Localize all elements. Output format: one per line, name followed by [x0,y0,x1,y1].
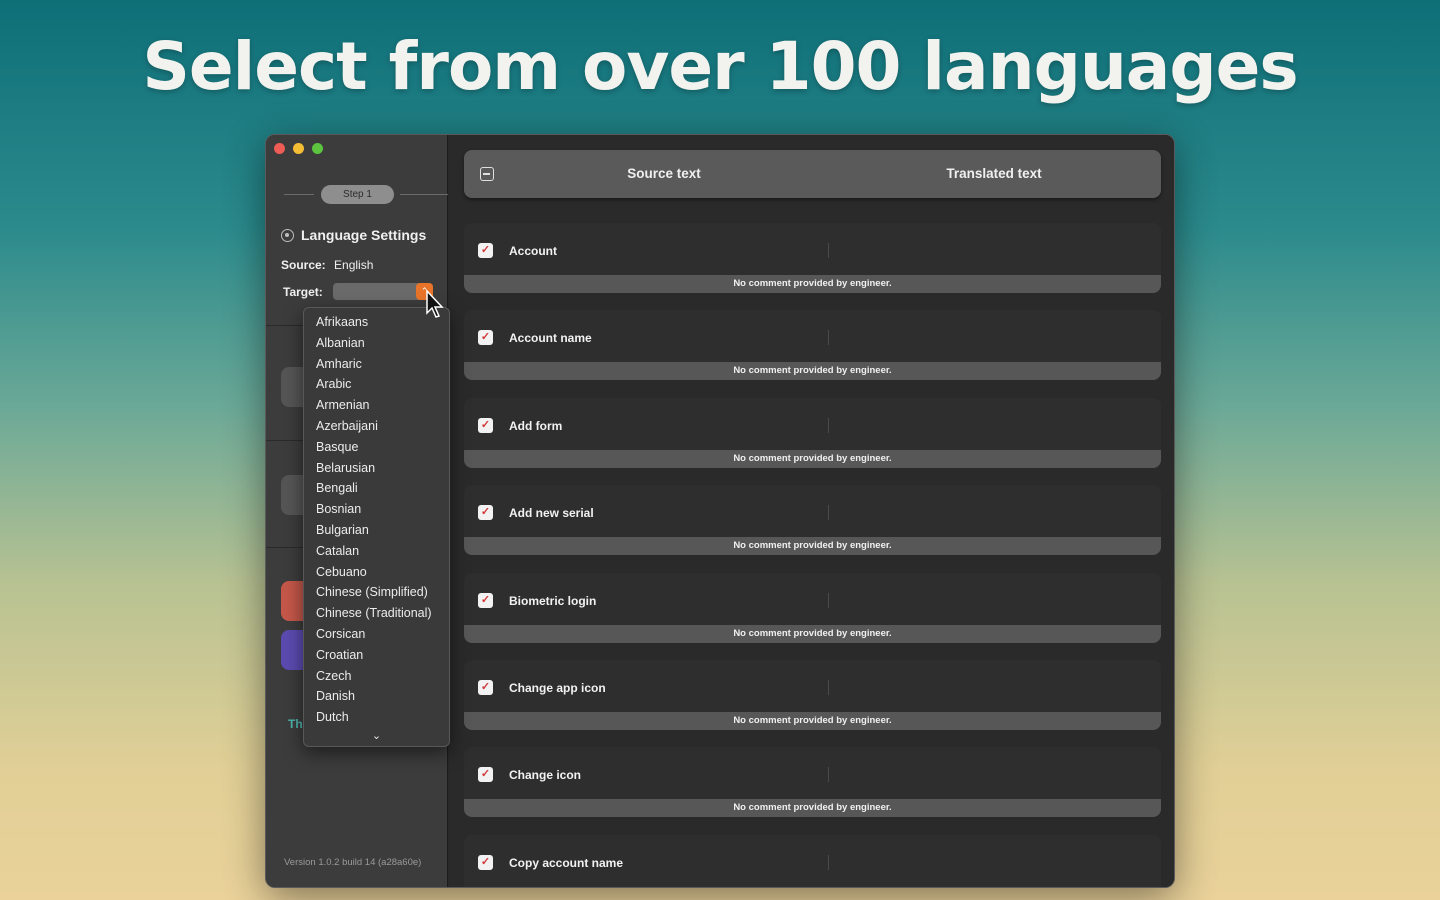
engineer-comment: No comment provided by engineer. [464,799,1161,818]
string-row: ✓ Add form No comment provided by engineer… [464,390,1161,477]
source-string: Change icon [509,768,582,783]
source-string: Biometric login [509,593,597,608]
engineer-comment: No comment provided by engineer. [464,624,1161,643]
string-row: ✓ Change app icon No comment provided by e… [464,652,1161,739]
column-divider [828,854,829,870]
headline: Select from over 100 languages [142,28,1298,105]
target-label-wrap: Target: [283,285,323,299]
engineer-comment: No comment provided by engineer. [464,362,1161,381]
column-divider [828,767,829,783]
checkbox[interactable]: ✓ [478,243,493,258]
source-string: Account [509,244,557,258]
language-option[interactable]: Bulgarian [304,520,449,541]
checkbox[interactable]: ✓ [478,330,493,346]
language-option[interactable]: Amharic [304,354,449,375]
checkbox[interactable]: ✓ [478,505,493,521]
target-label: Target: [283,285,323,299]
checkbox[interactable]: ✓ [478,767,493,783]
language-option[interactable]: Azerbaijani [304,416,449,437]
close-button[interactable] [274,143,285,154]
source-row: Source: English [281,258,373,272]
main-panel: Source text Translated text ✓ Account No c… [449,135,1174,887]
language-option[interactable]: Cebuano [304,562,449,583]
chevron-down-icon[interactable]: ⌄ [304,729,449,742]
language-option[interactable]: Belarusian [304,458,449,479]
column-divider [828,330,829,346]
language-option[interactable]: Bengali [304,478,449,499]
string-row: ✓ Biometric login No comment provided by e… [464,565,1161,652]
language-option[interactable]: Croatian [304,645,449,666]
string-row: ✓ Account No comment provided by engineer. [464,215,1161,302]
source-label: Source: [281,258,326,272]
section-title-text: Language Settings [301,227,427,243]
language-dropdown[interactable]: Afrikaans Albanian Amharic Arabic Armenian Az… [303,307,450,747]
translated-text-header: Translated text [946,166,1042,181]
engineer-comment: No comment provided by engineer. [464,275,1161,293]
language-option[interactable]: Arabic [304,374,449,395]
column-divider [828,592,829,608]
window-controls [274,143,323,154]
zoom-button[interactable] [312,143,323,154]
teal-link[interactable]: Th [288,717,303,731]
step-line-right [400,194,448,195]
minimize-button[interactable] [293,143,304,154]
language-option[interactable]: Chinese (Simplified) [304,582,449,603]
string-row: ✓ Change icon No comment provided by engin… [464,739,1161,826]
language-option[interactable]: Danish [304,686,449,707]
sidebar: Step 1 Language Settings Source: English… [266,135,450,887]
column-divider [828,417,829,433]
step-line-left [284,194,314,195]
language-option[interactable]: Corsican [304,624,449,645]
table-header: Source text Translated text [464,150,1161,198]
column-divider [828,680,829,695]
source-text-header: Source text [627,166,701,181]
string-row: ✓ Account name No comment provided by engi… [464,302,1161,389]
checkbox[interactable]: ✓ [478,854,493,870]
app-window: Step 1 Language Settings Source: English… [265,134,1175,888]
language-option[interactable]: Basque [304,437,449,458]
checkbox[interactable]: ✓ [478,680,493,695]
string-row: ✓Copy account nameNo comment provided by… [464,827,1161,887]
language-option[interactable]: Chinese (Traditional) [304,603,449,624]
string-row: ✓ Add new serial No comment provided by en… [464,477,1161,564]
source-string: Copy account name [509,855,624,870]
engineer-comment: No comment provided by engineer. [464,537,1161,556]
checkbox[interactable]: ✓ [478,417,493,433]
source-string: Change app icon [509,681,606,695]
source-string: Add form [509,418,563,433]
language-option[interactable]: Bosnian [304,499,449,520]
source-string: Account name [509,331,592,346]
engineer-comment: No comment provided by engineer. [464,449,1161,468]
source-string: Add new serial [509,506,594,521]
gear-icon [281,228,294,242]
column-divider [828,505,829,521]
column-divider [828,243,829,258]
version-label: Version 1.0.2 build 14 (a28a60e) [284,857,422,868]
checkbox[interactable]: ✓ [478,592,493,608]
mouse-cursor-icon [426,289,444,318]
language-option[interactable]: Armenian [304,395,449,416]
dropdown-options: Afrikaans Albanian Amharic Arabic Armenian Az… [304,312,449,728]
language-settings-title: Language Settings [281,227,426,243]
language-option[interactable]: Catalan [304,541,449,562]
source-value: English [334,258,374,272]
collapse-icon[interactable] [480,167,494,181]
language-option[interactable]: Czech [304,666,449,687]
target-language-select[interactable]: ⌃ [333,283,433,300]
step-badge: Step 1 [321,185,394,204]
engineer-comment: No comment provided by engineer. [464,712,1161,730]
language-option[interactable]: Dutch [304,707,449,728]
language-option[interactable]: Albanian [304,333,449,354]
